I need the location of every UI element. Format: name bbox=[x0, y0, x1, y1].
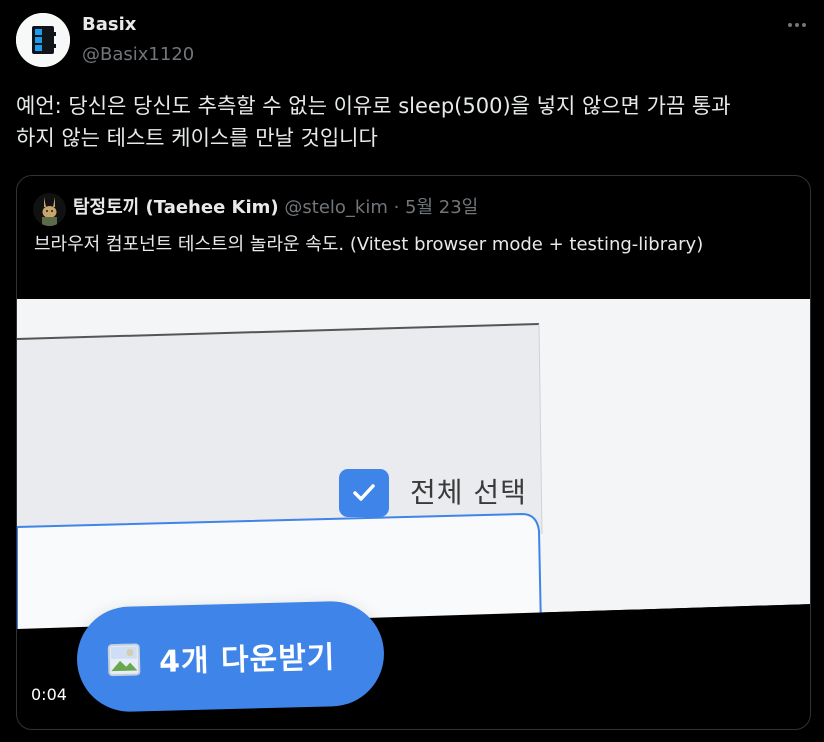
quoted-date[interactable]: 5월 23일 bbox=[405, 197, 478, 218]
image-icon bbox=[107, 642, 141, 676]
quoted-text: 브라우저 컴포넌트 테스트의 놀라운 속도. (Vitest browser m… bbox=[34, 234, 704, 255]
author-avatar[interactable] bbox=[16, 13, 70, 67]
author-handle[interactable]: @Basix1120 bbox=[82, 43, 194, 67]
more-options-button[interactable] bbox=[786, 14, 808, 36]
more-dots-icon bbox=[788, 23, 806, 27]
quoted-tweet[interactable]: 탐정토끼 (Taehee Kim) @stelo_kim · 5월 23일 브라… bbox=[16, 175, 811, 730]
meta-separator: · bbox=[387, 197, 406, 218]
basix-logo-icon bbox=[16, 13, 70, 67]
download-button-label: 4개 다운받기 bbox=[158, 639, 336, 680]
quoted-header: 탐정토끼 (Taehee Kim) @stelo_kim · 5월 23일 bbox=[73, 195, 478, 221]
select-all-label: 전체 선택 bbox=[410, 476, 527, 509]
quoted-author-avatar[interactable] bbox=[33, 193, 66, 226]
tweet-text: 예언: 당신은 당신도 추측할 수 없는 이유로 sleep(500)을 넣지 … bbox=[16, 94, 731, 150]
checkmark-icon bbox=[353, 484, 375, 501]
video-player[interactable]: 전체 선택 4개 다운받기 0:04 bbox=[17, 299, 810, 714]
rabbit-avatar-icon bbox=[33, 193, 66, 226]
download-button[interactable]: 4개 다운받기 bbox=[75, 599, 386, 714]
select-all-checkbox[interactable] bbox=[339, 469, 389, 517]
video-timestamp: 0:04 bbox=[25, 683, 73, 707]
author-name[interactable]: Basix bbox=[82, 13, 136, 37]
quoted-author-handle[interactable]: @stelo_kim bbox=[284, 197, 387, 218]
quoted-author-name[interactable]: 탐정토끼 (Taehee Kim) bbox=[73, 197, 279, 218]
